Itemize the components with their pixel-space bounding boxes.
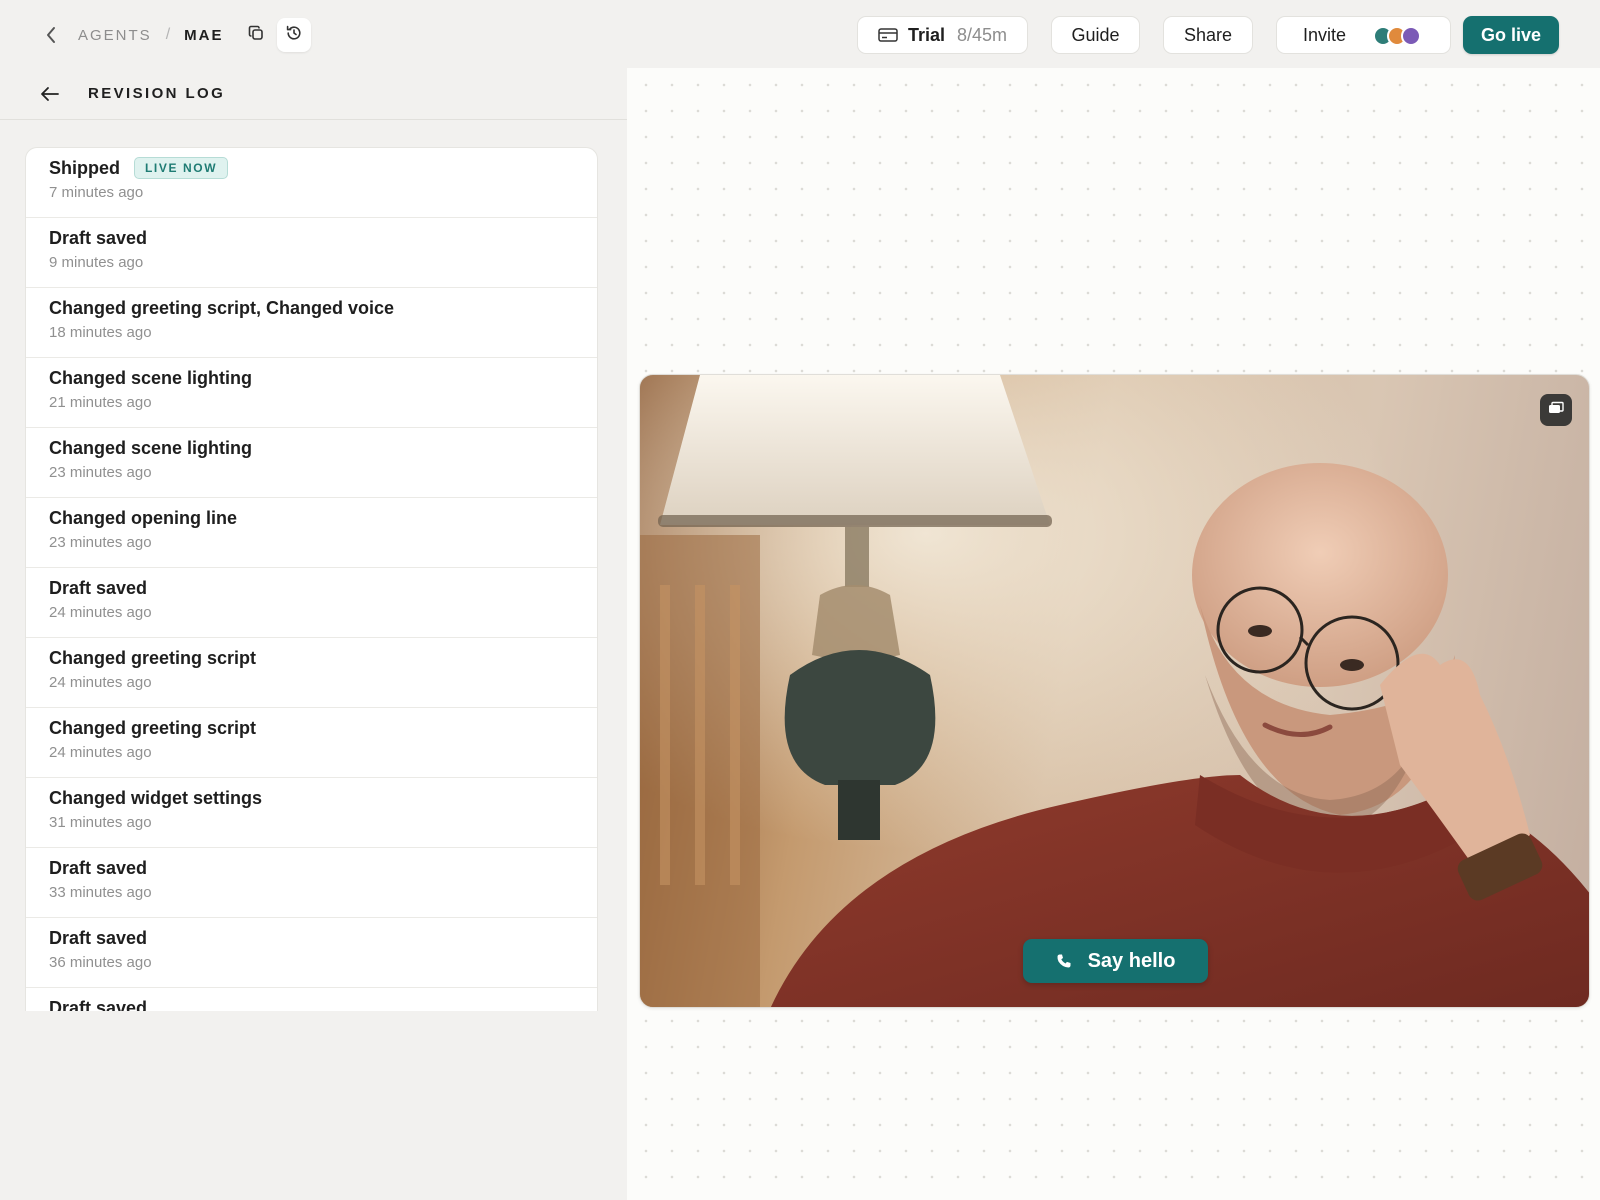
revision-title: Shipped: [49, 157, 120, 178]
invite-label: Invite: [1303, 24, 1347, 45]
revision-timestamp: 18 minutes ago: [49, 324, 152, 341]
revision-title-row: Changed greeting script: [49, 717, 597, 739]
revision-title-row: Changed widget settings: [49, 787, 597, 809]
arrow-left-icon[interactable]: [38, 82, 62, 106]
revision-item[interactable]: Changed greeting script 24 minutes ago: [26, 638, 597, 708]
revision-item[interactable]: Changed greeting script 24 minutes ago: [26, 708, 597, 778]
trial-label: Trial: [907, 24, 945, 45]
revision-timestamp: 36 minutes ago: [49, 954, 152, 971]
copy-icon: [248, 25, 264, 46]
preview-canvas: Say hello: [627, 68, 1600, 1200]
avatar: [1401, 26, 1421, 46]
agent-video-preview: Say hello: [639, 374, 1590, 1008]
history-icon: [285, 24, 303, 47]
revision-title: Draft saved: [49, 927, 148, 948]
revision-timestamp: 24 minutes ago: [49, 674, 152, 691]
agent-portrait-image: [640, 375, 1589, 1007]
revision-title-row: Draft saved: [49, 577, 597, 599]
revision-title-row: Shipped LIVE NOW: [49, 157, 597, 179]
revision-history-button[interactable]: [277, 18, 312, 52]
revision-title: Draft saved: [49, 857, 148, 878]
breadcrumb-agents-link[interactable]: AGENTS: [78, 27, 152, 44]
revision-title-row: Draft saved: [49, 227, 597, 249]
revision-title: Changed opening line: [49, 507, 237, 528]
breadcrumb: AGENTS / MAE: [40, 18, 312, 52]
revision-timestamp: 31 minutes ago: [49, 814, 152, 831]
revision-title: Draft saved: [49, 227, 148, 248]
revision-timestamp: 21 minutes ago: [49, 394, 152, 411]
revision-item[interactable]: Draft saved 9 minutes ago: [26, 218, 597, 288]
revision-title: Changed scene lighting: [49, 367, 253, 388]
revision-item[interactable]: Shipped LIVE NOW 7 minutes ago: [26, 148, 597, 218]
credit-card-icon: [878, 27, 898, 43]
camera-switch-button[interactable]: [1540, 394, 1572, 426]
guide-button[interactable]: Guide: [1051, 16, 1140, 54]
share-button[interactable]: Share: [1163, 16, 1253, 54]
revision-title-row: Changed opening line: [49, 507, 597, 529]
revision-title-row: Changed scene lighting: [49, 437, 597, 459]
revision-item[interactable]: Draft saved 36 minutes ago: [26, 918, 597, 988]
trial-usage-pill[interactable]: Trial 8/45m: [857, 16, 1028, 54]
breadcrumb-separator: /: [165, 26, 171, 43]
revision-title-row: Changed greeting script: [49, 647, 597, 669]
revision-item[interactable]: Changed opening line 23 minutes ago: [26, 498, 597, 568]
revision-timestamp: 7 minutes ago: [49, 184, 144, 201]
revision-timestamp: 23 minutes ago: [49, 464, 152, 481]
revision-title: Changed greeting script: [49, 647, 257, 668]
invite-button[interactable]: Invite: [1276, 16, 1451, 54]
revision-title: Draft saved: [49, 997, 148, 1012]
trial-usage-value: 8/45m: [957, 24, 1008, 45]
duplicate-button[interactable]: [239, 18, 273, 52]
chevron-left-icon[interactable]: [40, 24, 62, 46]
revision-log-panel: REVISION LOG Shipped LIVE NOW 7 minutes ag…: [0, 68, 627, 1200]
revision-timestamp: 33 minutes ago: [49, 884, 152, 901]
say-hello-button[interactable]: Say hello: [1023, 939, 1208, 983]
collaborator-avatars: [1373, 26, 1433, 46]
revision-title-row: Draft saved: [49, 997, 597, 1012]
revision-title: Draft saved: [49, 577, 148, 598]
revision-title-row: Changed greeting script, Changed voice: [49, 297, 597, 319]
revision-item[interactable]: Changed scene lighting 21 minutes ago: [26, 358, 597, 428]
revision-item[interactable]: Draft saved 33 minutes ago: [26, 848, 597, 918]
top-bar: AGENTS / MAE Trial 8/45m Guide Share Inv…: [0, 0, 1600, 68]
revision-item[interactable]: Changed scene lighting 23 minutes ago: [26, 428, 597, 498]
revision-list: Shipped LIVE NOW 7 minutes ago Draft saved 9…: [25, 147, 598, 1011]
phone-icon: [1056, 953, 1072, 969]
revision-title-row: Draft saved: [49, 857, 597, 879]
revision-item[interactable]: Draft saved: [26, 988, 597, 1012]
revision-title-row: Changed scene lighting: [49, 367, 597, 389]
revision-title: Changed widget settings: [49, 787, 263, 808]
revision-timestamp: 24 minutes ago: [49, 744, 152, 761]
live-now-badge: LIVE NOW: [134, 157, 229, 179]
revision-item[interactable]: Changed greeting script, Changed voice 18…: [26, 288, 597, 358]
say-hello-label: Say hello: [1087, 949, 1176, 972]
revision-item[interactable]: Changed widget settings 31 minutes ago: [26, 778, 597, 848]
panel-header: REVISION LOG: [0, 68, 627, 120]
revision-timestamp: 23 minutes ago: [49, 534, 152, 551]
breadcrumb-agent-name: MAE: [184, 26, 224, 44]
revision-title-row: Draft saved: [49, 927, 597, 949]
revision-title: Changed greeting script, Changed voice: [49, 297, 395, 318]
revision-timestamp: 9 minutes ago: [49, 254, 144, 271]
revision-title: Changed scene lighting: [49, 437, 253, 458]
panel-title: REVISION LOG: [88, 85, 226, 102]
revision-title: Changed greeting script: [49, 717, 257, 738]
go-live-button[interactable]: Go live: [1463, 16, 1559, 54]
revision-timestamp: 24 minutes ago: [49, 604, 152, 621]
camera-icon: [1548, 401, 1564, 420]
revision-item[interactable]: Draft saved 24 minutes ago: [26, 568, 597, 638]
